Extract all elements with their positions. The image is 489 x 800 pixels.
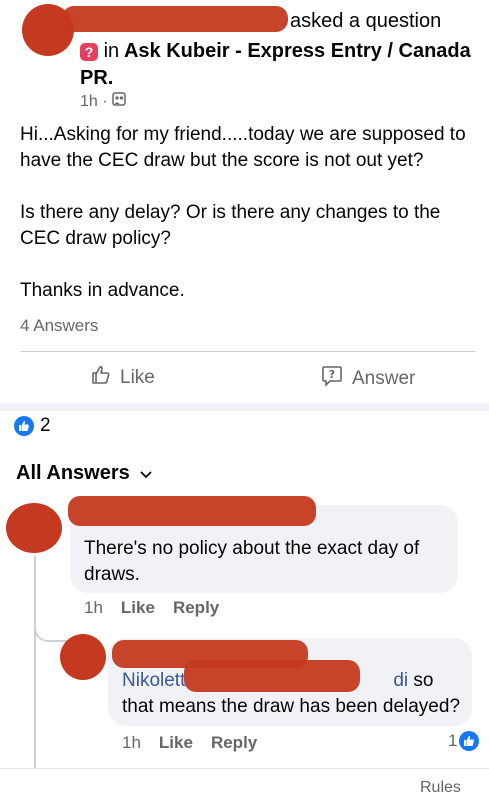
question-badge-icon: ? [80, 42, 98, 61]
footer-divider [0, 768, 489, 769]
mentioned-user-start[interactable]: Nikolett [122, 670, 185, 691]
commenter-avatar[interactable] [6, 503, 62, 553]
reply-reactions[interactable]: 1 [448, 731, 480, 751]
commenter-name-redaction [68, 496, 316, 526]
svg-text:?: ? [329, 368, 335, 381]
reaction-count: 2 [40, 415, 51, 436]
all-answers-dropdown[interactable]: All Answers [16, 462, 152, 485]
thread-line [34, 556, 36, 768]
group-prefix: in [103, 40, 120, 62]
comment-reply-button[interactable]: Reply [173, 598, 219, 618]
like-button-label: Like [120, 367, 155, 388]
post-time: 1h · [80, 92, 108, 110]
post-meta: 1h · [80, 92, 126, 111]
answer-button[interactable]: ? Answer [320, 364, 415, 394]
comment-time: 1h [84, 598, 103, 617]
divider [20, 351, 476, 352]
thumbs-up-icon [90, 364, 112, 392]
section-separator [0, 403, 489, 411]
all-answers-label: All Answers [16, 462, 130, 484]
question-bubble-icon: ? [320, 364, 344, 394]
post-paragraph-2: Is there any delay? Or is there any chan… [20, 202, 441, 249]
post-action-text: asked a question [290, 10, 442, 32]
comment-text: There's no policy about the exact day of… [84, 538, 420, 585]
reactions-summary[interactable]: 2 [14, 415, 51, 437]
group-line[interactable]: ? in Ask Kubeir - Express Entry / Canada… [80, 38, 480, 92]
mention-redaction [184, 660, 360, 692]
reply-like-button[interactable]: Like [159, 733, 193, 753]
reply-meta: 1h Like Reply [122, 733, 257, 753]
post-paragraph-1: Hi...Asking for my friend.....today we a… [20, 124, 466, 171]
like-reaction-icon [459, 731, 480, 751]
like-reaction-icon [14, 416, 34, 436]
group-privacy-icon [111, 92, 126, 111]
group-name-link[interactable]: Ask Kubeir - Express Entry / Canada PR. [80, 40, 471, 89]
chevron-down-icon [140, 462, 152, 485]
reply-reaction-count: 1 [448, 731, 458, 750]
comment-like-button[interactable]: Like [121, 598, 155, 618]
reply-reply-button[interactable]: Reply [211, 733, 257, 753]
comment-meta: 1h Like Reply [84, 598, 219, 618]
rules-link[interactable]: Rules [420, 779, 461, 797]
reply-time: 1h [122, 733, 141, 752]
post-paragraph-3: Thanks in advance. [20, 280, 185, 301]
author-name-redaction [62, 6, 288, 32]
reply-avatar[interactable] [60, 634, 106, 680]
mentioned-user-end[interactable]: di [393, 670, 408, 691]
answer-button-label: Answer [352, 368, 416, 389]
answers-count-link[interactable]: 4 Answers [20, 316, 98, 336]
like-button[interactable]: Like [90, 364, 155, 392]
